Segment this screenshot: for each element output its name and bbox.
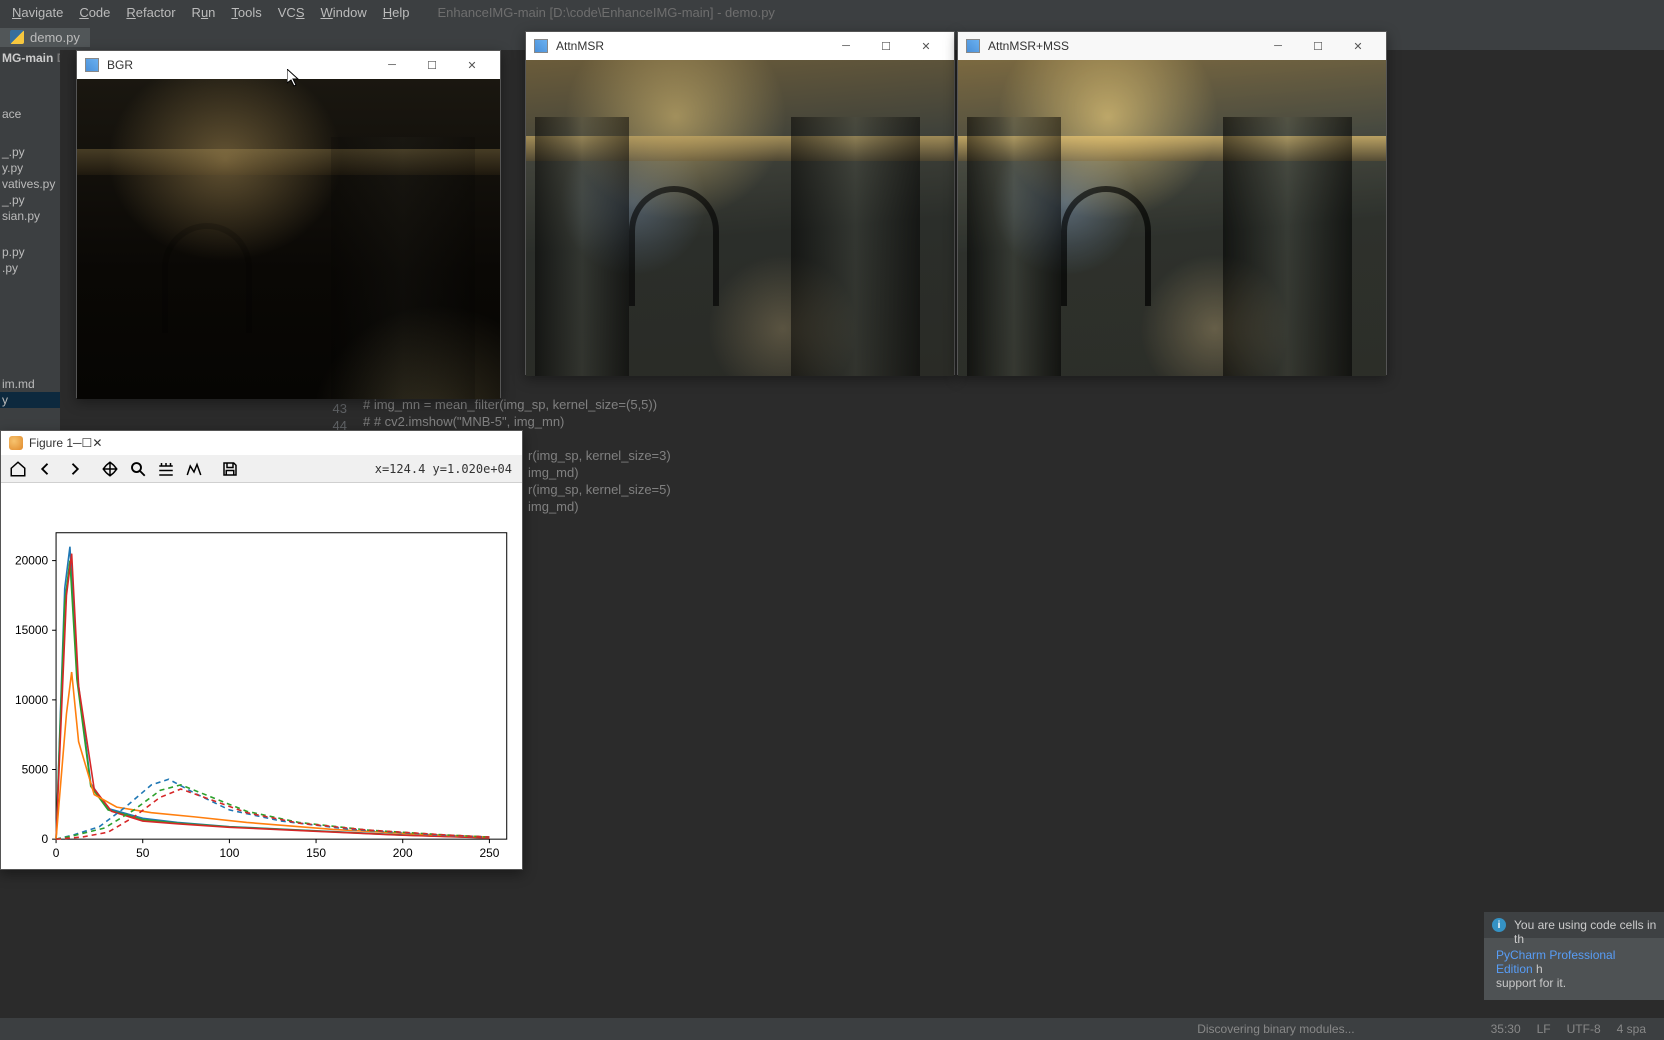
edit-icon[interactable] — [181, 456, 207, 482]
subplots-icon[interactable] — [153, 456, 179, 482]
menu-tools[interactable]: Tools — [223, 3, 269, 22]
minimize-button[interactable]: ─ — [826, 32, 866, 60]
maximize-button[interactable]: ☐ — [82, 436, 93, 450]
svg-text:0: 0 — [53, 846, 60, 860]
svg-text:10000: 10000 — [15, 693, 49, 707]
zoom-icon[interactable] — [125, 456, 151, 482]
window-title-figure: Figure 1 — [29, 436, 73, 450]
main-menubar: NNavigateavigate Code Refactor Run Tools… — [0, 0, 1664, 24]
menu-run[interactable]: Run — [184, 3, 224, 22]
window-figure1[interactable]: Figure 1 ─ ☐ ✕ x=124.4 y=1. — [0, 430, 523, 870]
svg-text:250: 250 — [479, 846, 499, 860]
svg-text:15000: 15000 — [15, 623, 49, 637]
notification-bubble[interactable]: i You are using code cells in th PyCharm… — [1484, 912, 1664, 1000]
window-bgr[interactable]: BGR ─ ☐ ✕ — [76, 50, 501, 398]
status-indent[interactable]: 4 spa — [1609, 1022, 1654, 1036]
sidebar-file[interactable]: p.py — [0, 244, 60, 260]
sidebar-file[interactable]: y — [0, 392, 60, 408]
info-icon: i — [1492, 918, 1506, 932]
figure-coords: x=124.4 y=1.020e+04 — [375, 462, 518, 476]
menu-navigate[interactable]: NNavigateavigate — [4, 3, 71, 22]
app-icon — [85, 58, 99, 72]
gutter: 43 44 — [313, 400, 353, 434]
sidebar-file[interactable]: im.md — [0, 376, 60, 392]
window-attnmsrmss[interactable]: AttnMSR+MSS ─ ☐ ✕ — [957, 31, 1387, 375]
svg-text:20000: 20000 — [15, 554, 49, 568]
image-attnmsrmss — [958, 60, 1386, 376]
matplotlib-icon — [9, 436, 23, 450]
sidebar-file[interactable]: .py — [0, 260, 60, 276]
menu-code[interactable]: Code — [71, 3, 118, 22]
back-icon[interactable] — [33, 456, 59, 482]
home-icon[interactable] — [5, 456, 31, 482]
sidebar-file[interactable]: ace — [0, 106, 60, 122]
minimize-button[interactable]: ─ — [1258, 32, 1298, 60]
tab-demo-py[interactable]: demo.py — [0, 28, 90, 47]
save-icon[interactable] — [217, 456, 243, 482]
svg-text:0: 0 — [41, 832, 48, 846]
project-root[interactable]: MG-main D:\co — [0, 50, 60, 66]
sidebar-file[interactable]: sian.py — [0, 208, 60, 224]
window-title-attnmsrmss: AttnMSR+MSS — [988, 39, 1069, 53]
window-title-bgr: BGR — [107, 58, 133, 72]
notification-text: support for it. — [1496, 976, 1566, 990]
close-button[interactable]: ✕ — [452, 51, 492, 79]
status-encoding[interactable]: UTF-8 — [1559, 1022, 1609, 1036]
figure-toolbar: x=124.4 y=1.020e+04 — [1, 455, 522, 483]
menu-refactor[interactable]: Refactor — [118, 3, 183, 22]
status-bar: Discovering binary modules... 35:30 LF U… — [0, 1018, 1664, 1040]
close-button[interactable]: ✕ — [906, 32, 946, 60]
status-discovering: Discovering binary modules... — [1189, 1022, 1362, 1036]
python-icon — [10, 30, 24, 44]
notification-link[interactable]: PyCharm Professional Edition — [1496, 948, 1615, 976]
window-title-attnmsr: AttnMSR — [556, 39, 604, 53]
window-attnmsr[interactable]: AttnMSR ─ ☐ ✕ — [525, 31, 955, 375]
sidebar-file[interactable]: vatives.py — [0, 176, 60, 192]
menu-vcs[interactable]: VCS — [270, 3, 313, 22]
maximize-button[interactable]: ☐ — [866, 32, 906, 60]
figure-plot[interactable]: 0 5000 10000 15000 20000 0 50 100 150 200 250 — [1, 483, 522, 869]
status-cursor-pos[interactable]: 35:30 — [1483, 1022, 1529, 1036]
svg-text:5000: 5000 — [22, 762, 49, 776]
close-button[interactable]: ✕ — [1338, 32, 1378, 60]
pan-icon[interactable] — [97, 456, 123, 482]
minimize-button[interactable]: ─ — [372, 51, 412, 79]
svg-text:100: 100 — [219, 846, 239, 860]
maximize-button[interactable]: ☐ — [1298, 32, 1338, 60]
image-bgr — [77, 79, 500, 399]
svg-text:150: 150 — [306, 846, 326, 860]
notification-title: You are using code cells in th — [1514, 918, 1664, 946]
window-title: EnhanceIMG-main [D:\code\EnhanceIMG-main… — [438, 5, 775, 20]
svg-text:200: 200 — [393, 846, 413, 860]
minimize-button[interactable]: ─ — [73, 436, 82, 450]
menu-help[interactable]: Help — [375, 3, 418, 22]
sidebar-file[interactable]: y.py — [0, 160, 60, 176]
cursor-icon — [287, 69, 301, 87]
app-icon — [534, 39, 548, 53]
menu-window[interactable]: Window — [313, 3, 375, 22]
project-sidebar: MG-main D:\co ace _.py y.py vatives.py _… — [0, 50, 60, 450]
app-icon — [966, 39, 980, 53]
sidebar-file[interactable]: _.py — [0, 192, 60, 208]
tab-label: demo.py — [30, 30, 80, 45]
maximize-button[interactable]: ☐ — [412, 51, 452, 79]
image-attnmsr — [526, 60, 954, 376]
forward-icon[interactable] — [61, 456, 87, 482]
close-button[interactable]: ✕ — [92, 436, 102, 450]
svg-text:50: 50 — [136, 846, 150, 860]
status-line-sep[interactable]: LF — [1529, 1022, 1559, 1036]
sidebar-file[interactable]: _.py — [0, 144, 60, 160]
